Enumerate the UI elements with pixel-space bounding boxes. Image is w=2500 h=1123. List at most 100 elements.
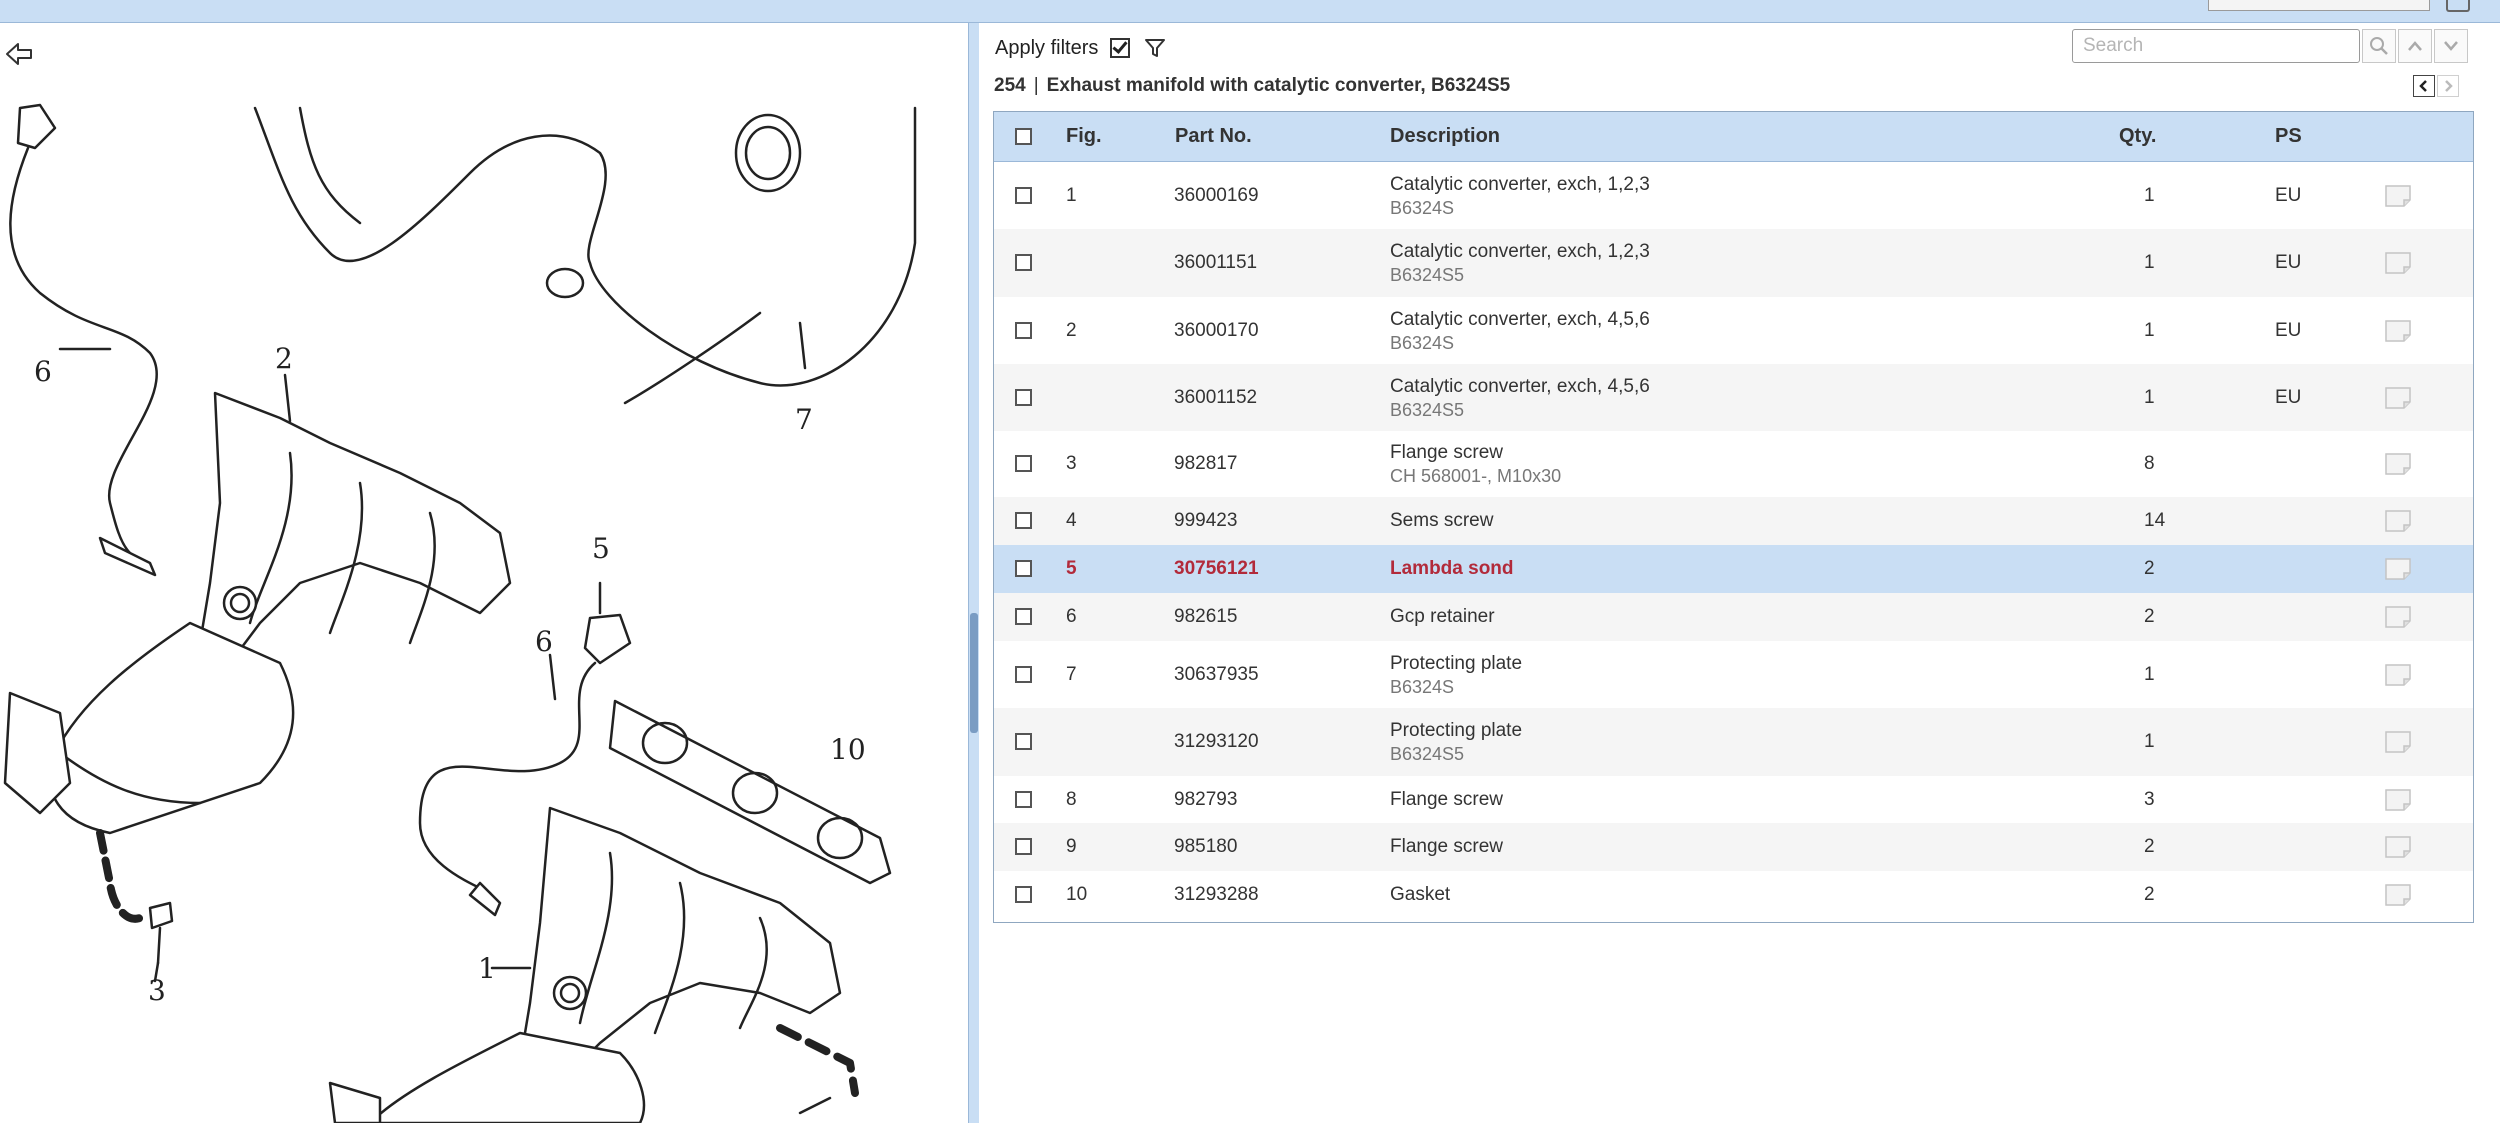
- table-row[interactable]: 5 30756121 Lambda sond 2: [994, 545, 2473, 593]
- cell-qty: 1: [2144, 731, 2155, 752]
- splitter-grip[interactable]: [970, 613, 978, 733]
- note-icon[interactable]: [2385, 453, 2411, 475]
- column-header-ps[interactable]: PS: [2275, 112, 2302, 161]
- row-checkbox[interactable]: [1015, 791, 1032, 808]
- description-subtext: B6324S5: [1390, 265, 1465, 285]
- description-text: Flange screw: [1390, 789, 1503, 810]
- table-row[interactable]: 3 982817 Flange screw CH 568001-, M10x30 8: [994, 431, 2473, 497]
- print-icon[interactable]: [2446, 0, 2470, 12]
- cell-fig: 8: [1066, 789, 1077, 810]
- description-text: Sems screw: [1390, 510, 1494, 531]
- top-dropdown[interactable]: [2208, 0, 2430, 11]
- search-input[interactable]: [2072, 29, 2360, 63]
- cell-part-no: 982615: [1174, 606, 1238, 627]
- row-checkbox[interactable]: [1015, 322, 1032, 339]
- filter-icon[interactable]: [1144, 37, 1166, 59]
- callout-label[interactable]: 3: [148, 974, 166, 1007]
- callout-label[interactable]: 6: [34, 355, 52, 388]
- note-icon[interactable]: [2385, 789, 2411, 811]
- cell-part-no: 30637935: [1174, 664, 1259, 685]
- row-checkbox[interactable]: [1015, 886, 1032, 903]
- cell-ps: EU: [2275, 320, 2302, 341]
- cell-ps: EU: [2275, 252, 2302, 273]
- row-checkbox[interactable]: [1015, 838, 1032, 855]
- select-all-checkbox[interactable]: [1015, 128, 1032, 145]
- row-checkbox[interactable]: [1015, 254, 1032, 271]
- cell-qty: 2: [2144, 884, 2155, 905]
- exploded-view-diagram: 6 2 7 5 6 10 1 3: [3, 103, 917, 1123]
- cell-fig: 6: [1066, 606, 1077, 627]
- row-checkbox[interactable]: [1015, 608, 1032, 625]
- cell-part-no: 36000169: [1174, 185, 1259, 206]
- next-match-button[interactable]: [2434, 29, 2468, 63]
- row-checkbox[interactable]: [1015, 187, 1032, 204]
- callout-label[interactable]: 10: [830, 733, 866, 766]
- cell-part-no: 31293120: [1174, 731, 1259, 752]
- description-text: Lambda sond: [1390, 558, 1514, 579]
- cell-description: Flange screw: [1390, 789, 1503, 811]
- note-icon[interactable]: [2385, 510, 2411, 532]
- note-icon[interactable]: [2385, 558, 2411, 580]
- cell-fig: 5: [1066, 558, 1077, 579]
- parts-table: Fig. Part No. Description Qty. PS 1 36000…: [993, 111, 2474, 923]
- callout-label[interactable]: 2: [275, 342, 293, 375]
- note-icon[interactable]: [2385, 664, 2411, 686]
- table-row[interactable]: 10 31293288 Gasket 2: [994, 871, 2473, 919]
- table-row[interactable]: 7 30637935 Protecting plate B6324S 1: [994, 641, 2473, 708]
- cell-ps: EU: [2275, 387, 2302, 408]
- column-header-qty[interactable]: Qty.: [2119, 112, 2156, 161]
- row-checkbox[interactable]: [1015, 666, 1032, 683]
- description-text: Gcp retainer: [1390, 606, 1495, 627]
- row-checkbox[interactable]: [1015, 389, 1032, 406]
- cell-description: Catalytic converter, exch, 4,5,6 B6324S: [1390, 309, 1650, 354]
- table-row[interactable]: 36001151 Catalytic converter, exch, 1,2,3…: [994, 229, 2473, 297]
- cell-fig: 3: [1066, 453, 1077, 474]
- table-row[interactable]: 2 36000170 Catalytic converter, exch, 4,5,…: [994, 297, 2473, 364]
- cell-part-no: 982817: [1174, 453, 1238, 474]
- row-checkbox[interactable]: [1015, 455, 1032, 472]
- table-row[interactable]: 1 36000169 Catalytic converter, exch, 1,2,…: [994, 162, 2473, 229]
- row-checkbox[interactable]: [1015, 512, 1032, 529]
- column-header-description[interactable]: Description: [1390, 112, 1500, 161]
- window-top-bar: [0, 0, 2500, 23]
- cell-description: Flange screw CH 568001-, M10x30: [1390, 442, 1561, 487]
- note-icon[interactable]: [2385, 252, 2411, 274]
- callout-label[interactable]: 1: [478, 952, 496, 985]
- description-text: Flange screw: [1390, 442, 1503, 463]
- note-icon[interactable]: [2385, 731, 2411, 753]
- cell-fig: 2: [1066, 320, 1077, 341]
- cell-description: Catalytic converter, exch, 1,2,3 B6324S5: [1390, 241, 1650, 286]
- table-row[interactable]: 6 982615 Gcp retainer 2: [994, 593, 2473, 641]
- cell-description: Protecting plate B6324S: [1390, 653, 1522, 698]
- row-checkbox[interactable]: [1015, 560, 1032, 577]
- cell-fig: 7: [1066, 664, 1077, 685]
- note-icon[interactable]: [2385, 320, 2411, 342]
- column-header-fig[interactable]: Fig.: [1066, 112, 1102, 161]
- table-row[interactable]: 4 999423 Sems screw 14: [994, 497, 2473, 545]
- cell-part-no: 36001152: [1174, 387, 1258, 408]
- previous-page-button[interactable]: [2413, 75, 2435, 97]
- note-icon[interactable]: [2385, 884, 2411, 906]
- note-icon[interactable]: [2385, 185, 2411, 207]
- description-text: Catalytic converter, exch, 1,2,3: [1390, 241, 1650, 262]
- cell-part-no: 982793: [1174, 789, 1238, 810]
- callout-label[interactable]: 6: [535, 625, 553, 658]
- callout-label[interactable]: 5: [592, 532, 610, 565]
- group-number: 254: [994, 75, 1026, 96]
- table-row[interactable]: 36001152 Catalytic converter, exch, 4,5,6…: [994, 364, 2473, 431]
- apply-filters-checkbox[interactable]: [1110, 38, 1131, 58]
- cell-part-no: 36000170: [1174, 320, 1259, 341]
- search-button[interactable]: [2362, 29, 2396, 63]
- note-icon[interactable]: [2385, 387, 2411, 409]
- column-header-part-no[interactable]: Part No.: [1175, 112, 1252, 161]
- callout-label[interactable]: 7: [795, 403, 813, 436]
- row-checkbox[interactable]: [1015, 733, 1032, 750]
- table-row[interactable]: 9 985180 Flange screw 2: [994, 823, 2473, 871]
- table-row[interactable]: 8 982793 Flange screw 3: [994, 776, 2473, 823]
- note-icon[interactable]: [2385, 606, 2411, 628]
- back-arrow-icon[interactable]: [4, 39, 34, 69]
- next-page-button[interactable]: [2437, 75, 2459, 97]
- note-icon[interactable]: [2385, 836, 2411, 858]
- previous-match-button[interactable]: [2398, 29, 2432, 63]
- table-row[interactable]: 31293120 Protecting plate B6324S5 1: [994, 708, 2473, 776]
